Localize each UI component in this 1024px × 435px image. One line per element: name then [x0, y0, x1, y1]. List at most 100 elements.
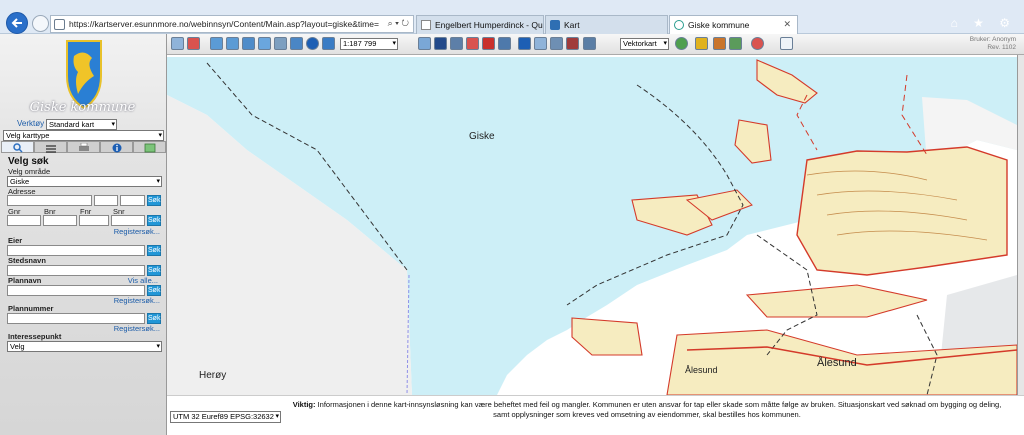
eraser-icon[interactable]: [187, 37, 200, 50]
tab-giske-kommune[interactable]: Giske kommune ✕: [669, 15, 798, 34]
globe-icon: [674, 20, 684, 30]
zoom-in-icon[interactable]: [210, 37, 223, 50]
tab-engelbert[interactable]: Engelbert Humperdinck - Qua...: [416, 15, 544, 34]
bnr-input[interactable]: [43, 215, 77, 226]
vis-alle-link[interactable]: Vis alle...: [128, 276, 158, 285]
map-tab[interactable]: [133, 141, 166, 153]
address-bar[interactable]: https://kartserver.esunnmore.no/webinnsy…: [50, 15, 414, 33]
back-arrow-icon: [11, 18, 22, 28]
interessepunkt-value: Velg: [10, 342, 25, 351]
stedsnavn-input[interactable]: [7, 265, 145, 276]
plan-icon[interactable]: [466, 37, 479, 50]
registersok-link[interactable]: Registersøk...: [114, 324, 160, 333]
property-icon[interactable]: [450, 37, 463, 50]
identify-icon[interactable]: [534, 37, 547, 50]
fnr-input[interactable]: [79, 215, 109, 226]
print-tab[interactable]: [67, 141, 100, 153]
chevron-down-icon: ▾: [111, 121, 115, 128]
legend-icon[interactable]: [566, 37, 579, 50]
projection-value: UTM 32 Euref89 EPSG:32632: [173, 412, 274, 421]
printer-icon: [79, 142, 89, 151]
eier-search-button[interactable]: Søk: [147, 245, 161, 256]
tab-label: Kart: [564, 20, 580, 30]
browser-icons[interactable]: ⌂ ★ ⚙: [951, 16, 1016, 30]
stedsnavn-label: Stedsnavn: [8, 256, 46, 265]
address-url[interactable]: https://kartserver.esunnmore.no/webinnsy…: [69, 19, 379, 29]
select-icon[interactable]: [550, 37, 563, 50]
sidebar: Giske kommune Verktøy Standard kart ▾ Vel…: [0, 34, 167, 435]
previous-view-icon[interactable]: [306, 37, 319, 50]
verktoy-select[interactable]: Standard kart ▾: [46, 119, 117, 130]
adresse-input[interactable]: [7, 195, 92, 206]
tab-kart[interactable]: Kart: [545, 15, 668, 34]
scale-select[interactable]: 1:187 799 ▾: [340, 38, 398, 50]
omrade-value: Giske: [10, 177, 30, 186]
search-icon: [13, 143, 23, 153]
info-tab[interactable]: [100, 141, 133, 153]
maptype-select[interactable]: Vektorkart ▾: [620, 38, 669, 50]
user-info: Bruker: Anonym Rev. 1102: [970, 36, 1016, 52]
snr-input[interactable]: [111, 215, 145, 226]
disclaimer-text: Informasjonen i denne kart-innsynsløsnin…: [317, 400, 1002, 419]
chevron-down-icon: ▾: [156, 343, 160, 350]
bokstav-input[interactable]: [120, 195, 145, 206]
verktoy-label: Verktøy: [17, 119, 45, 128]
building-icon[interactable]: [482, 37, 495, 50]
matrikkel-search-button[interactable]: Søk: [147, 215, 161, 226]
print-map-icon[interactable]: [583, 37, 596, 50]
gnr-input[interactable]: [7, 215, 41, 226]
gab-icon[interactable]: [434, 37, 447, 50]
map-scrollbar[interactable]: [1017, 55, 1024, 395]
tab-label: Engelbert Humperdinck - Qua...: [435, 20, 544, 30]
binoculars-icon[interactable]: [171, 37, 184, 50]
verktoy-value: Standard kart: [49, 120, 95, 129]
map-svg[interactable]: Giske Herøy Ålesund Ålesund: [167, 55, 1017, 395]
email-icon[interactable]: [780, 37, 793, 50]
layers-tab[interactable]: [34, 141, 67, 153]
back-button[interactable]: [6, 12, 28, 34]
zoom-out-icon[interactable]: [226, 37, 239, 50]
map-label-heroy: Herøy: [199, 370, 226, 381]
help-icon[interactable]: [518, 37, 531, 50]
search-tab[interactable]: [1, 141, 34, 153]
plannummer-search-button[interactable]: Søk: [147, 313, 161, 324]
close-tab-icon[interactable]: ✕: [783, 19, 791, 30]
disclaimer-bold: Viktig:: [292, 400, 316, 409]
omrade-label: Velg område: [8, 167, 51, 176]
stedsnavn-search-button[interactable]: Søk: [147, 265, 161, 276]
chevron-down-icon: ▾: [156, 178, 160, 185]
pan-icon[interactable]: [274, 37, 287, 50]
draw-icon[interactable]: [418, 37, 431, 50]
address-tools[interactable]: ⌕ ▾ ↻: [388, 18, 409, 29]
terrain-icon[interactable]: [713, 37, 726, 50]
karttype-select[interactable]: Velg karttype ▾: [3, 130, 164, 141]
chart-icon[interactable]: [729, 37, 742, 50]
layers-icon: [46, 145, 56, 153]
plannavn-input[interactable]: [7, 285, 145, 296]
lock-icon[interactable]: [695, 37, 708, 50]
plannummer-input[interactable]: [7, 313, 145, 324]
husnr-input[interactable]: [94, 195, 118, 206]
next-view-icon[interactable]: [322, 37, 335, 50]
sidebar-tabs: [1, 141, 166, 153]
omrade-select[interactable]: Giske ▾: [7, 176, 162, 187]
registersok-link[interactable]: Registersøk...: [114, 227, 160, 236]
globe-icon[interactable]: [675, 37, 688, 50]
projection-select[interactable]: UTM 32 Euref89 EPSG:32632 ▾: [170, 411, 281, 423]
ruler-icon[interactable]: [751, 37, 764, 50]
registersok-link[interactable]: Registersøk...: [114, 296, 160, 305]
forward-button[interactable]: [32, 15, 49, 32]
zoom-window-icon[interactable]: [258, 37, 271, 50]
eier-input[interactable]: [7, 245, 145, 256]
report-icon[interactable]: [498, 37, 511, 50]
plannavn-search-button[interactable]: Søk: [147, 285, 161, 296]
zoom-extent-icon[interactable]: [242, 37, 255, 50]
interessepunkt-label: Interessepunkt: [8, 332, 62, 341]
map-label-alesund-small: Ålesund: [685, 365, 718, 375]
map-canvas[interactable]: Giske Herøy Ålesund Ålesund: [167, 55, 1017, 395]
interessepunkt-select[interactable]: Velg ▾: [7, 341, 162, 352]
measure-icon[interactable]: [290, 37, 303, 50]
map-icon: [144, 143, 156, 153]
search-panel: Velg søk Velg område Giske ▾ Adresse Søk …: [0, 154, 166, 435]
adresse-search-button[interactable]: Søk: [147, 195, 161, 206]
